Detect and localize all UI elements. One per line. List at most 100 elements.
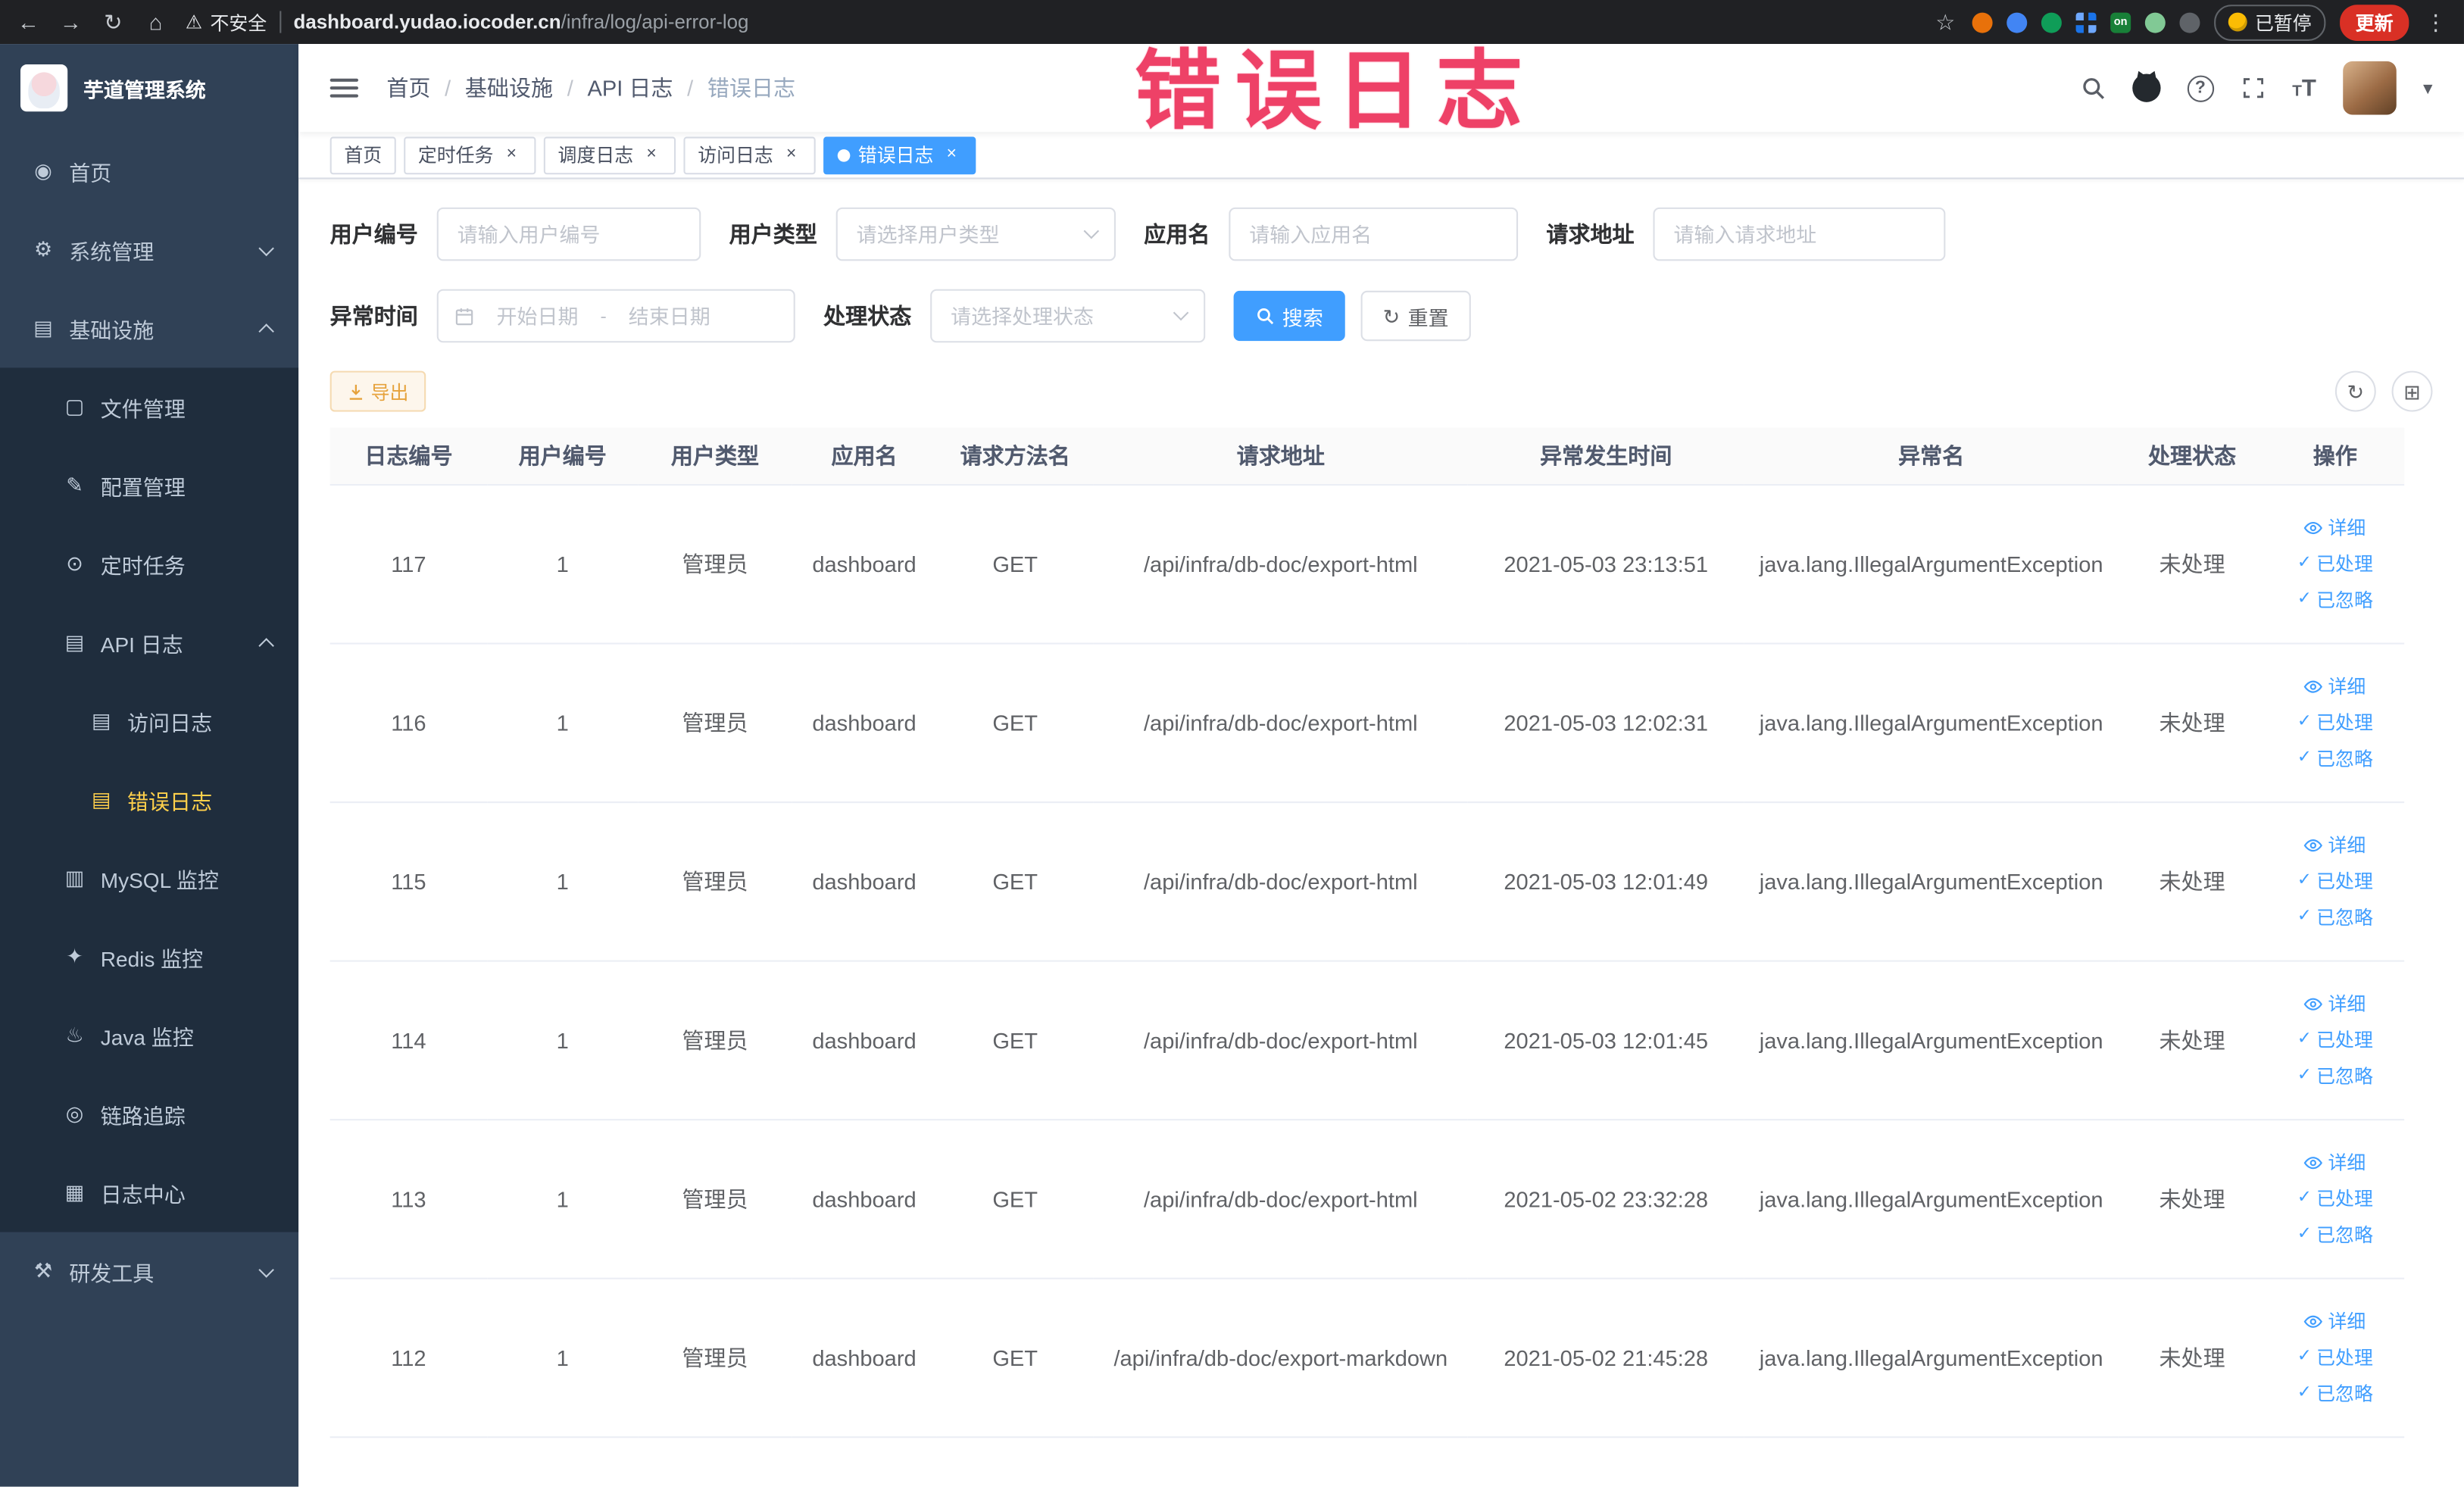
export-button[interactable]: 导出 (329, 370, 426, 412)
mark-processed-link[interactable]: ✓ 已处理 (2297, 867, 2373, 894)
detail-link[interactable]: 详细 (2304, 1307, 2366, 1334)
help-icon[interactable]: ? (2187, 74, 2214, 102)
mark-ignored-link[interactable]: ✓ 已忽略 (2297, 1062, 2373, 1089)
kebab-menu-icon[interactable]: ⋮ (2423, 11, 2448, 33)
sidebar-item-home[interactable]: ◉ 首页 (0, 132, 298, 211)
extension-icon-blue-drop[interactable] (2006, 11, 2028, 33)
file-icon: ▢ (64, 394, 85, 418)
start-date-input[interactable] (480, 304, 595, 328)
user-type-select[interactable] (835, 207, 1116, 261)
detail-link-label: 详细 (2328, 1310, 2366, 1333)
close-icon[interactable]: × (781, 145, 801, 165)
tab-schedule-log[interactable]: 调度日志 × (543, 136, 676, 174)
mark-ignored-link[interactable]: ✓ 已忽略 (2297, 904, 2373, 930)
reload-icon[interactable]: ↻ (101, 11, 126, 33)
font-size-icon[interactable]: TT (2292, 77, 2316, 100)
extension-icon-paw[interactable] (2179, 11, 2200, 33)
process-status-select[interactable] (930, 289, 1206, 343)
sidebar-item-log-center[interactable]: ▦ 日志中心 (0, 1154, 298, 1232)
extension-icon-orange[interactable] (1972, 11, 1993, 33)
search-button[interactable]: 搜索 (1233, 290, 1345, 342)
tab-error-log[interactable]: 错误日志 × (823, 136, 976, 174)
refresh-icon-button[interactable]: ↻ (2334, 370, 2376, 412)
mark-processed-link[interactable]: ✓ 已处理 (2297, 550, 2373, 576)
filter-user-type: 用户类型 (729, 207, 1116, 261)
user-type-select-input[interactable] (835, 207, 1116, 261)
detail-link[interactable]: 详细 (2304, 673, 2366, 699)
sidebar-item-mysql[interactable]: ▥ MySQL 监控 (0, 839, 298, 918)
check-icon: ✓ (2297, 1346, 2312, 1366)
breadcrumb-api-log[interactable]: API 日志 (587, 72, 673, 103)
tab-access-log[interactable]: 访问日志 × (683, 136, 816, 174)
menu-toggle[interactable] (329, 78, 359, 98)
mark-ignored-link[interactable]: ✓ 已忽略 (2297, 745, 2373, 771)
url-text[interactable]: dashboard.yudao.iocoder.cn/infra/log/api… (293, 11, 748, 33)
detail-link[interactable]: 详细 (2304, 831, 2366, 858)
date-range-picker[interactable]: - (436, 289, 795, 343)
mark-ignored-link[interactable]: ✓ 已忽略 (2297, 1221, 2373, 1248)
bookmark-star-icon[interactable]: ☆ (1933, 11, 1958, 33)
mark-ignored-link[interactable]: ✓ 已忽略 (2297, 586, 2373, 613)
sidebar-item-trace[interactable]: ◎ 链路追踪 (0, 1075, 298, 1154)
sidebar-item-error-log[interactable]: ▤ 错误日志 (0, 761, 298, 839)
search-icon[interactable] (2080, 76, 2105, 101)
table-toolbar-right: ↻ ⊞ (2334, 370, 2433, 412)
update-button[interactable]: 更新 (2340, 4, 2409, 40)
address-bar[interactable]: ⚠ 不安全 dashboard.yudao.iocoder.cn/infra/l… (186, 8, 748, 35)
sidebar-item-infra[interactable]: ▤ 基础设施 (0, 289, 298, 368)
sidebar-item-file[interactable]: ▢ 文件管理 (0, 367, 298, 446)
cell-actions: 详细 ✓ 已处理 ✓ 已忽略 (2266, 960, 2405, 1120)
detail-link[interactable]: 详细 (2304, 990, 2366, 1017)
app-name-input[interactable] (1229, 207, 1519, 261)
user-id-input[interactable] (436, 207, 701, 261)
extension-icon-grid[interactable] (2075, 11, 2097, 33)
java-icon: ♨ (65, 1023, 84, 1047)
sidebar-item-label: 定时任务 (100, 555, 186, 579)
fullscreen-icon[interactable] (2241, 76, 2266, 101)
mark-processed-link[interactable]: ✓ 已处理 (2297, 1344, 2373, 1370)
column-settings-button[interactable]: ⊞ (2391, 370, 2433, 412)
detail-link[interactable]: 详细 (2304, 1149, 2366, 1176)
browser-home-icon[interactable]: ⌂ (143, 11, 168, 33)
clock-icon: ⊙ (66, 551, 83, 576)
paused-badge[interactable]: 已暂停 (2214, 4, 2326, 40)
sidebar-item-config[interactable]: ✎ 配置管理 (0, 446, 298, 525)
sidebar-item-job[interactable]: ⊙ 定时任务 (0, 525, 298, 604)
tab-home[interactable]: 首页 (329, 136, 396, 174)
security-chip[interactable]: ⚠ 不安全 (186, 8, 267, 35)
cell-log-id: 115 (329, 801, 488, 961)
extension-icon-on-toggle[interactable]: on (2110, 11, 2131, 33)
sidebar-item-system[interactable]: ⚙ 系统管理 (0, 211, 298, 289)
user-avatar[interactable] (2343, 61, 2397, 115)
filter-row-2: 异常时间 - 处理状态 (330, 289, 2433, 343)
reset-button[interactable]: ↻ 重置 (1360, 290, 1471, 342)
mark-processed-label: 已处理 (2316, 1029, 2373, 1051)
tab-job[interactable]: 定时任务 × (404, 136, 536, 174)
request-url-input[interactable] (1653, 207, 1946, 261)
close-icon[interactable]: × (501, 145, 522, 165)
url-path: /infra/log/api-error-log (561, 11, 749, 33)
close-icon[interactable]: × (642, 145, 662, 165)
github-icon[interactable] (2131, 73, 2160, 102)
cell-url: /api/infra/db-doc/export-html (1093, 801, 1468, 961)
extension-icon-leaf[interactable] (2144, 11, 2166, 33)
sidebar-item-access-log[interactable]: ▤ 访问日志 (0, 682, 298, 761)
sidebar-item-api-log[interactable]: ▤ API 日志 (0, 604, 298, 683)
mark-processed-link[interactable]: ✓ 已处理 (2297, 709, 2373, 736)
back-icon[interactable]: ← (16, 11, 41, 33)
sidebar-item-dev-tools[interactable]: ⚒ 研发工具 (0, 1232, 298, 1310)
detail-link[interactable]: 详细 (2304, 514, 2366, 540)
sidebar-item-redis[interactable]: ✦ Redis 监控 (0, 918, 298, 997)
sidebar-item-java[interactable]: ♨ Java 监控 (0, 996, 298, 1075)
end-date-input[interactable] (613, 304, 726, 328)
mark-processed-link[interactable]: ✓ 已处理 (2297, 1185, 2373, 1211)
close-icon[interactable]: × (942, 145, 962, 165)
mark-processed-link[interactable]: ✓ 已处理 (2297, 1026, 2373, 1053)
mark-ignored-link[interactable]: ✓ 已忽略 (2297, 1379, 2373, 1406)
breadcrumb-infra[interactable]: 基础设施 (465, 72, 553, 103)
extension-icon-green[interactable] (2041, 11, 2062, 33)
avatar-caret-icon[interactable]: ▾ (2423, 77, 2433, 99)
process-status-select-input[interactable] (930, 289, 1206, 343)
breadcrumb-home[interactable]: 首页 (386, 72, 430, 103)
forward-icon[interactable]: → (58, 11, 83, 33)
